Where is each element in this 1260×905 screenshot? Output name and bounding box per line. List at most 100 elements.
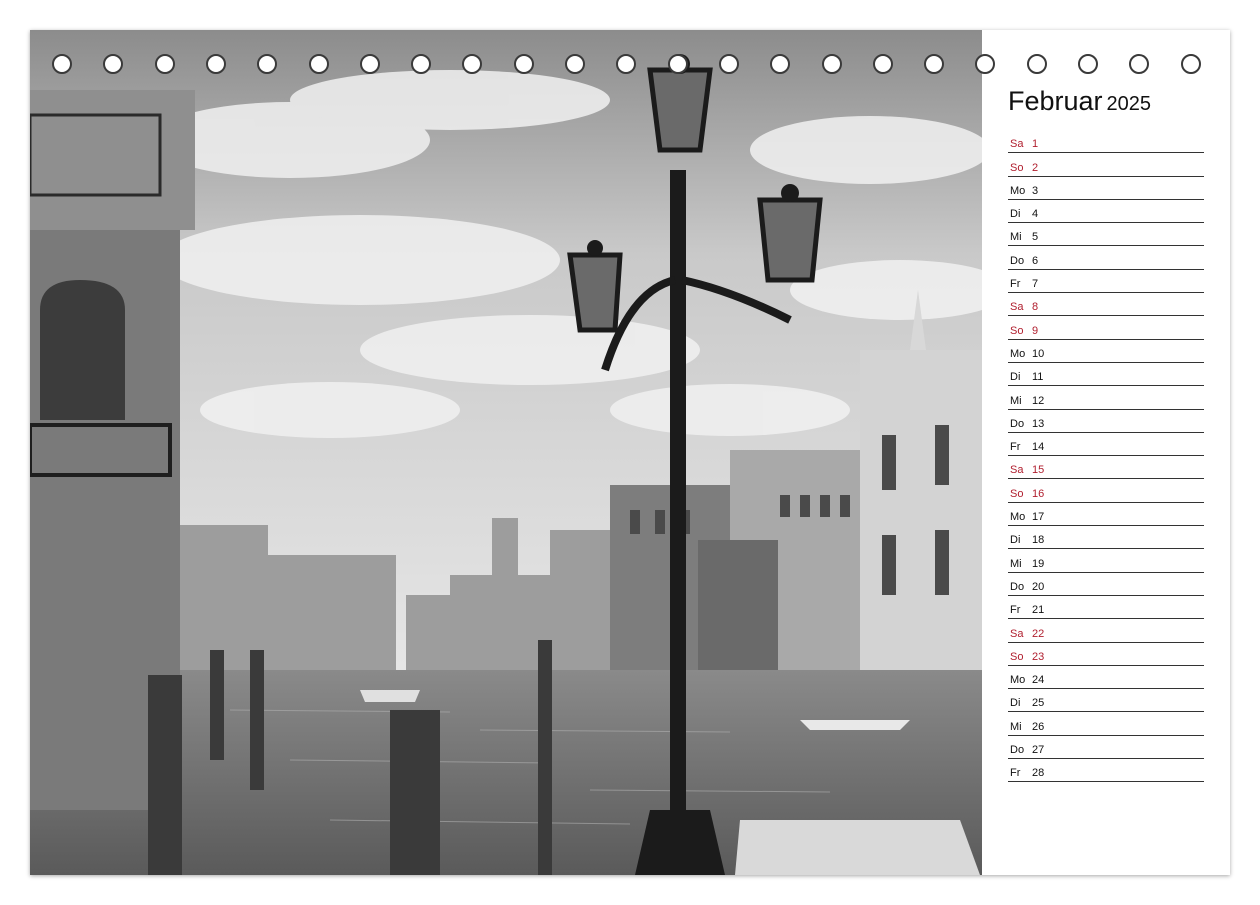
binding-ring-icon bbox=[770, 54, 791, 74]
day-number: 5 bbox=[1032, 231, 1039, 244]
weekday-label: Mo bbox=[1010, 511, 1026, 524]
weekday-label: Mi bbox=[1010, 557, 1022, 570]
day-row: Sa 22 bbox=[1008, 619, 1204, 643]
day-row: So 23 bbox=[1008, 643, 1204, 666]
day-number: 14 bbox=[1032, 441, 1045, 454]
day-number: 24 bbox=[1032, 674, 1045, 687]
weekday-label: So bbox=[1010, 487, 1024, 500]
binding-ring-icon bbox=[52, 54, 72, 74]
day-number: 11 bbox=[1032, 371, 1044, 384]
day-number: 23 bbox=[1032, 650, 1045, 663]
binding-ring-icon bbox=[565, 54, 585, 74]
day-row: So 16 bbox=[1008, 479, 1204, 503]
day-row: Do 20 bbox=[1008, 573, 1204, 596]
binding-ring-icon bbox=[975, 54, 996, 74]
year-label: 2025 bbox=[1106, 93, 1152, 115]
day-row: Mo 24 bbox=[1008, 666, 1204, 690]
day-list: Sa 1 So 2 Mo 3 Di 4 Mi 5 Do 6 Fr 7 Sa 8 So 9 Mo 10 Di 11 Mi 12 D… bbox=[1008, 130, 1204, 783]
grand-canal-scene bbox=[30, 30, 982, 875]
day-number: 3 bbox=[1032, 184, 1039, 197]
day-row: Di 18 bbox=[1008, 526, 1204, 550]
day-row: Fr 14 bbox=[1008, 433, 1204, 457]
weekday-label: Fr bbox=[1010, 441, 1021, 454]
weekday-label: Mo bbox=[1010, 674, 1026, 687]
day-number: 26 bbox=[1032, 720, 1045, 733]
day-number: 9 bbox=[1032, 324, 1039, 337]
weekday-label: Do bbox=[1010, 254, 1025, 267]
calendar-page: Februar 2025 Sa 1 So 2 Mo 3 Di 4 Mi 5 Do 6 Fr 7 Sa 8 So 9 M… bbox=[30, 30, 1230, 875]
binding-ring-icon bbox=[872, 54, 893, 74]
day-number: 22 bbox=[1032, 627, 1045, 640]
binding-ring-icon bbox=[1180, 54, 1201, 74]
day-row: Do 27 bbox=[1008, 736, 1204, 760]
weekday-label: Sa bbox=[1010, 301, 1024, 314]
venice-photo bbox=[30, 30, 982, 875]
day-number: 20 bbox=[1032, 580, 1045, 593]
weekday-label: Mo bbox=[1010, 347, 1026, 360]
binding-ring-icon bbox=[462, 54, 483, 74]
day-number: 4 bbox=[1032, 208, 1039, 221]
binding-ring-icon bbox=[1026, 54, 1047, 74]
day-row: Mo 3 bbox=[1008, 177, 1204, 200]
weekday-label: Mi bbox=[1010, 720, 1022, 733]
day-number: 12 bbox=[1032, 394, 1045, 407]
day-row: Sa 1 bbox=[1008, 130, 1204, 154]
day-number: 17 bbox=[1032, 511, 1045, 524]
day-row: Mi 5 bbox=[1008, 223, 1204, 247]
day-row: Fr 7 bbox=[1008, 270, 1204, 294]
weekday-label: Mi bbox=[1010, 394, 1022, 407]
day-number: 7 bbox=[1032, 278, 1039, 291]
spiral-binding bbox=[30, 54, 1230, 80]
day-number: 18 bbox=[1032, 534, 1045, 547]
day-number: 28 bbox=[1032, 767, 1045, 780]
weekday-label: Do bbox=[1010, 580, 1025, 593]
weekday-label: Do bbox=[1010, 744, 1025, 757]
day-number: 21 bbox=[1032, 604, 1045, 617]
binding-ring-icon bbox=[308, 54, 329, 74]
day-number: 2 bbox=[1032, 161, 1039, 174]
binding-ring-icon bbox=[513, 54, 534, 74]
day-row: Do 6 bbox=[1008, 246, 1204, 270]
day-row: Sa 8 bbox=[1008, 293, 1204, 317]
binding-ring-icon bbox=[257, 54, 278, 74]
day-row: So 2 bbox=[1008, 153, 1204, 177]
day-row: Sa 15 bbox=[1008, 456, 1204, 480]
day-number: 15 bbox=[1032, 464, 1045, 477]
day-row: Di 25 bbox=[1008, 689, 1204, 713]
binding-ring-icon bbox=[718, 54, 739, 74]
day-row: Mi 19 bbox=[1008, 549, 1204, 573]
month-name: Februar bbox=[1008, 86, 1103, 116]
weekday-label: Mo bbox=[1010, 184, 1026, 197]
weekday-label: So bbox=[1010, 324, 1024, 337]
binding-ring-icon bbox=[103, 54, 124, 74]
day-row: Mi 26 bbox=[1008, 712, 1204, 736]
weekday-label: Di bbox=[1010, 697, 1021, 710]
weekday-label: So bbox=[1010, 161, 1024, 174]
month-title: Februar 2025 bbox=[1008, 86, 1151, 117]
day-row: Fr 21 bbox=[1008, 596, 1204, 620]
binding-ring-icon bbox=[205, 54, 226, 74]
day-number: 10 bbox=[1032, 347, 1045, 360]
day-number: 6 bbox=[1032, 254, 1039, 267]
day-number: 25 bbox=[1032, 697, 1045, 710]
binding-ring-icon bbox=[616, 54, 637, 74]
day-row: Mo 17 bbox=[1008, 503, 1204, 527]
day-row: Do 13 bbox=[1008, 410, 1204, 433]
day-row: So 9 bbox=[1008, 316, 1204, 340]
binding-ring-icon bbox=[821, 54, 842, 74]
day-number: 19 bbox=[1032, 557, 1045, 570]
weekday-label: Fr bbox=[1010, 767, 1021, 780]
binding-ring-icon bbox=[1078, 54, 1098, 74]
weekday-label: Sa bbox=[1010, 627, 1024, 640]
weekday-label: Sa bbox=[1010, 138, 1024, 151]
weekday-label: Di bbox=[1010, 208, 1021, 221]
day-row: Fr 28 bbox=[1008, 759, 1204, 783]
weekday-label: So bbox=[1010, 650, 1024, 663]
weekday-label: Sa bbox=[1010, 464, 1024, 477]
binding-ring-icon bbox=[667, 54, 688, 74]
weekday-label: Fr bbox=[1010, 278, 1021, 291]
weekday-label: Fr bbox=[1010, 604, 1021, 617]
day-number: 8 bbox=[1032, 301, 1039, 314]
day-number: 27 bbox=[1032, 744, 1045, 757]
day-number: 1 bbox=[1032, 138, 1039, 151]
